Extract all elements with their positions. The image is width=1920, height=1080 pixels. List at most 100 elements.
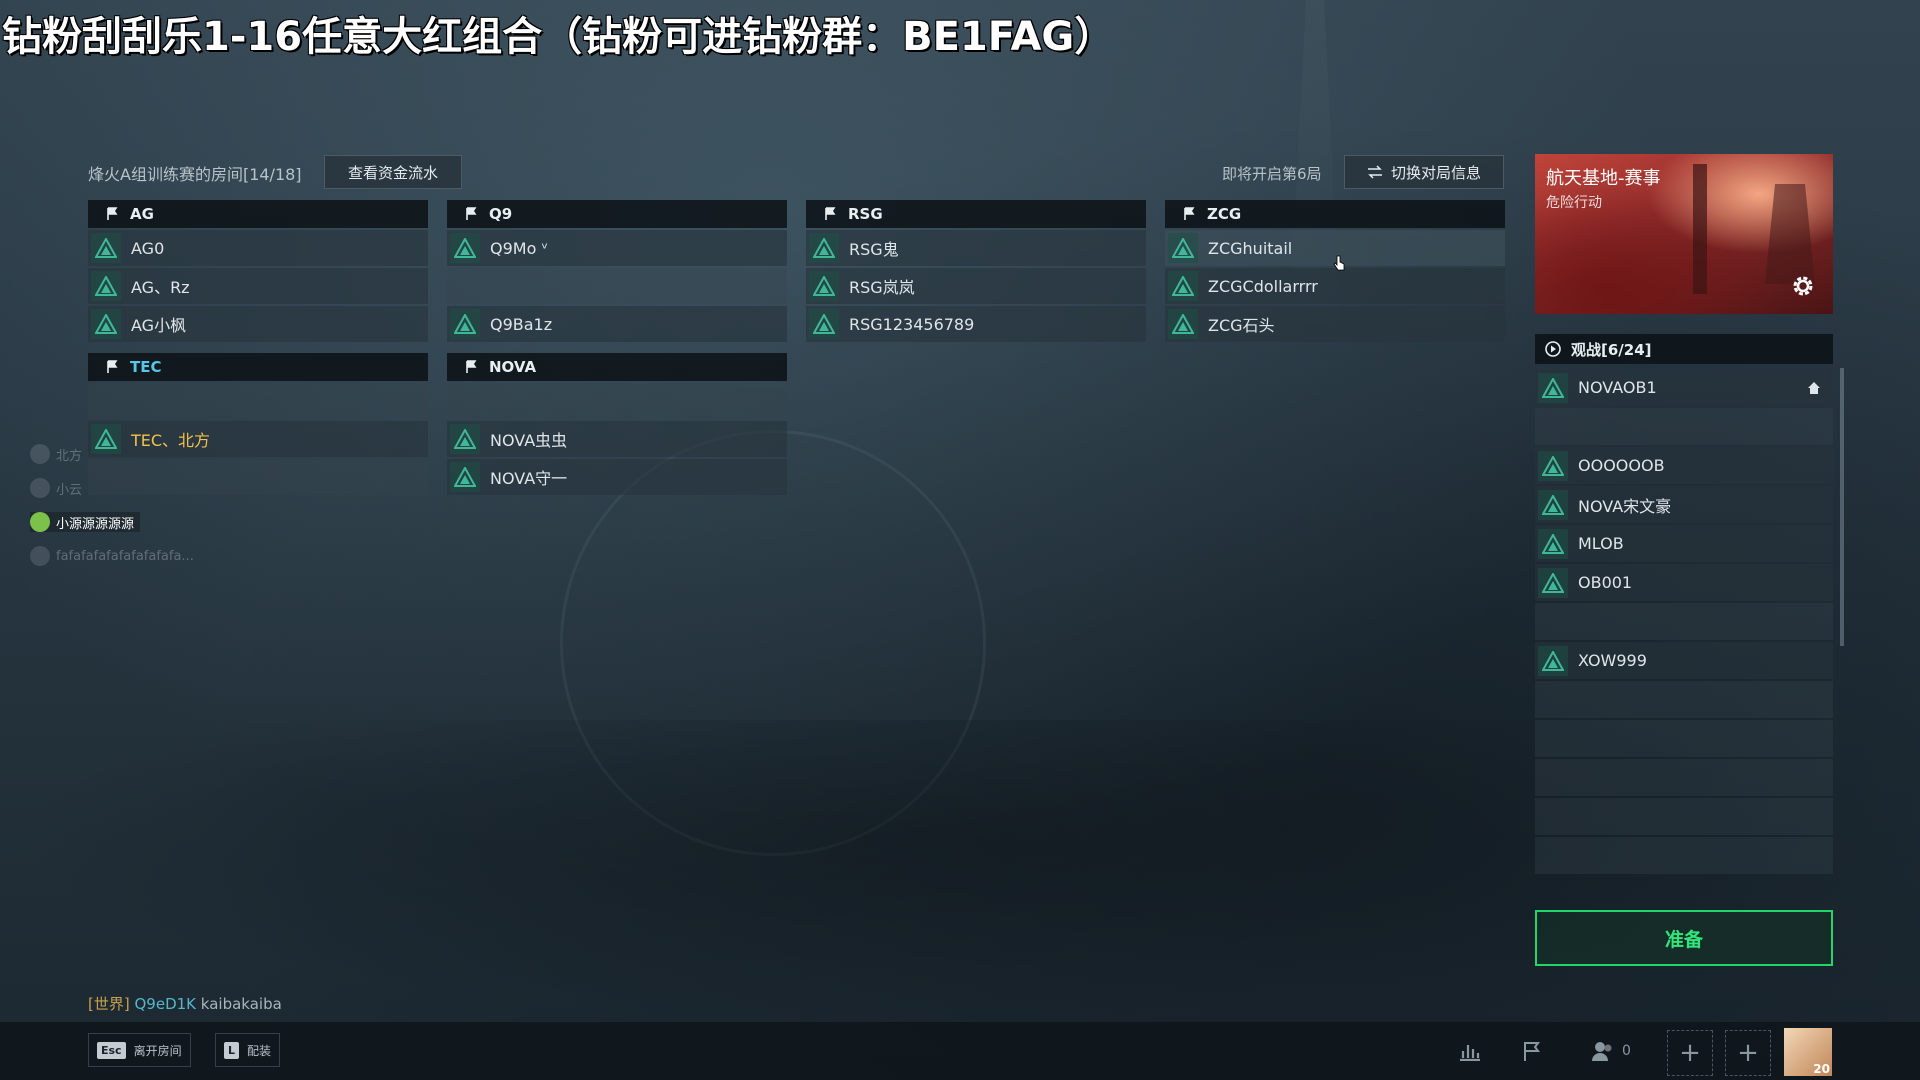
leave-room-button[interactable]: Esc 离开房间 bbox=[88, 1033, 191, 1067]
stream-overlay-title: 钻粉刮刮乐1-16任意大红组合（钻粉可进钻粉群：BE1FAG） bbox=[2, 14, 1115, 60]
player-slot[interactable]: RSG鬼 bbox=[806, 230, 1146, 266]
spectator-slot[interactable]: MLOB bbox=[1535, 525, 1833, 562]
team-name: TEC bbox=[130, 358, 162, 376]
switch-match-info-button[interactable]: 切换对局信息 bbox=[1344, 155, 1504, 189]
player-slot[interactable]: Q9Mo ᵛ bbox=[447, 230, 787, 266]
empty-slot[interactable] bbox=[1535, 720, 1833, 757]
avatar bbox=[30, 478, 50, 498]
spectator-slot[interactable]: OB001 bbox=[1535, 564, 1833, 601]
player-name: NOVA守一 bbox=[490, 469, 568, 488]
flag-icon bbox=[465, 360, 479, 374]
loadout-button[interactable]: L 配装 bbox=[215, 1033, 281, 1067]
flag-icon bbox=[106, 207, 120, 221]
ready-button[interactable]: 准备 bbox=[1535, 910, 1833, 966]
room-owner-home-icon bbox=[1807, 381, 1821, 395]
team-header: RSG bbox=[806, 200, 1146, 228]
bottom-bar bbox=[0, 1022, 1920, 1080]
swap-icon bbox=[1367, 165, 1383, 179]
spectator-slot[interactable]: NOVA宋文豪 bbox=[1535, 486, 1833, 523]
avatar bbox=[30, 546, 50, 566]
invite-slot-add-icon[interactable]: + bbox=[1725, 1030, 1771, 1076]
player-name: RSG123456789 bbox=[849, 314, 975, 334]
team-header: Q9 bbox=[447, 200, 787, 228]
player-slot[interactable]: RSG岚岚 bbox=[806, 268, 1146, 304]
team-card-tec: TEC TEC、北方 bbox=[88, 353, 428, 495]
player-slot[interactable]: NOVA守一 bbox=[447, 459, 787, 495]
spectator-slot[interactable]: NOVAOB1 bbox=[1535, 369, 1833, 406]
rank-icon bbox=[450, 233, 480, 263]
empty-slot[interactable] bbox=[1535, 408, 1833, 445]
gear-icon[interactable] bbox=[1785, 268, 1821, 304]
friends-icon[interactable] bbox=[1588, 1036, 1618, 1066]
player-slot[interactable]: AG小枫 bbox=[88, 306, 428, 342]
map-name: 航天基地-赛事 bbox=[1546, 168, 1661, 189]
flag-icon bbox=[1183, 207, 1197, 221]
spectator-scrollbar[interactable] bbox=[1840, 368, 1844, 646]
room-title: 烽火A组训练赛的房间[14/18] bbox=[88, 165, 302, 184]
spectator-name: XOW999 bbox=[1578, 651, 1647, 670]
map-card[interactable]: 航天基地-赛事 危险行动 bbox=[1535, 154, 1833, 314]
rank-icon bbox=[91, 309, 121, 339]
player-slot[interactable]: TEC、北方 bbox=[88, 421, 428, 457]
friends-count: 0 bbox=[1622, 1043, 1631, 1059]
team-header: TEC bbox=[88, 353, 428, 381]
voice-chat-member-speaking: 小源源源源源 bbox=[30, 512, 141, 532]
player-name: AG0 bbox=[131, 238, 165, 258]
player-slot[interactable]: RSG123456789 bbox=[806, 306, 1146, 342]
empty-slot[interactable] bbox=[1535, 759, 1833, 796]
voice-chat-member: fafafafafafafafafafa... bbox=[30, 546, 194, 566]
player-name: AG小枫 bbox=[131, 316, 187, 335]
rank-icon bbox=[809, 309, 839, 339]
rank-icon bbox=[91, 424, 121, 454]
view-funds-button[interactable]: 查看资金流水 bbox=[324, 155, 462, 189]
rank-icon bbox=[1538, 567, 1568, 598]
voice-chat-name: 北方 bbox=[56, 448, 83, 464]
player-name: RSG岚岚 bbox=[849, 278, 915, 297]
team-header: AG bbox=[88, 200, 428, 228]
rank-icon bbox=[1538, 450, 1568, 481]
player-slot[interactable]: Q9Ba1z bbox=[447, 306, 787, 342]
player-name: RSG鬼 bbox=[849, 240, 899, 259]
voice-chat-name: 小云 bbox=[56, 482, 83, 498]
empty-slot[interactable] bbox=[1535, 837, 1833, 874]
player-slot[interactable]: NOVA虫虫 bbox=[447, 421, 787, 457]
rank-icon bbox=[91, 233, 121, 263]
rank-icon bbox=[450, 462, 480, 492]
empty-slot[interactable] bbox=[447, 383, 787, 419]
player-slot[interactable]: AG0 bbox=[88, 230, 428, 266]
player-slot[interactable]: AG、Rz bbox=[88, 268, 428, 304]
switch-match-info-label: 切换对局信息 bbox=[1390, 163, 1481, 182]
team-card-rsg: RSG RSG鬼 RSG岚岚 RSG123456789 bbox=[806, 200, 1146, 342]
spectator-name: OOOOOOB bbox=[1578, 456, 1665, 475]
empty-slot[interactable] bbox=[1535, 681, 1833, 718]
empty-slot[interactable] bbox=[88, 383, 428, 419]
world-chat-message: [世界] Q9eD1K kaibakaiba bbox=[88, 993, 282, 1014]
team-name: AG bbox=[130, 205, 154, 223]
esc-key: Esc bbox=[97, 1041, 126, 1059]
player-slot[interactable]: ZCG石头 bbox=[1165, 306, 1505, 342]
flag-icon bbox=[824, 207, 838, 221]
team-card-ag: AG AG0 AG、Rz AG小枫 bbox=[88, 200, 428, 342]
empty-slot[interactable] bbox=[447, 268, 787, 304]
voice-chat-name: fafafafafafafafafafa... bbox=[56, 548, 194, 564]
player-name: ZCG石头 bbox=[1208, 316, 1275, 335]
invite-slot-add-icon[interactable]: + bbox=[1667, 1030, 1713, 1076]
spectator-name: OB001 bbox=[1578, 573, 1633, 592]
loadout-label: 配装 bbox=[247, 1043, 272, 1058]
avatar bbox=[30, 512, 50, 532]
next-round-label: 即将开启第6局 bbox=[1222, 165, 1322, 183]
empty-slot[interactable] bbox=[1535, 798, 1833, 835]
stats-icon[interactable] bbox=[1455, 1036, 1485, 1066]
empty-slot[interactable] bbox=[1535, 603, 1833, 640]
rank-icon bbox=[809, 233, 839, 263]
empty-slot[interactable] bbox=[88, 459, 428, 495]
spectator-slot[interactable]: XOW999 bbox=[1535, 642, 1833, 679]
player-avatar[interactable]: 20 bbox=[1784, 1028, 1832, 1076]
flag-icon[interactable] bbox=[1518, 1036, 1548, 1066]
spectator-slot[interactable]: OOOOOOB bbox=[1535, 447, 1833, 484]
rank-icon bbox=[91, 271, 121, 301]
chat-channel-tag: [世界] bbox=[88, 995, 130, 1013]
rank-icon bbox=[1538, 528, 1568, 559]
spectator-title: 观战[6/24] bbox=[1571, 340, 1652, 359]
team-name: RSG bbox=[848, 205, 883, 223]
